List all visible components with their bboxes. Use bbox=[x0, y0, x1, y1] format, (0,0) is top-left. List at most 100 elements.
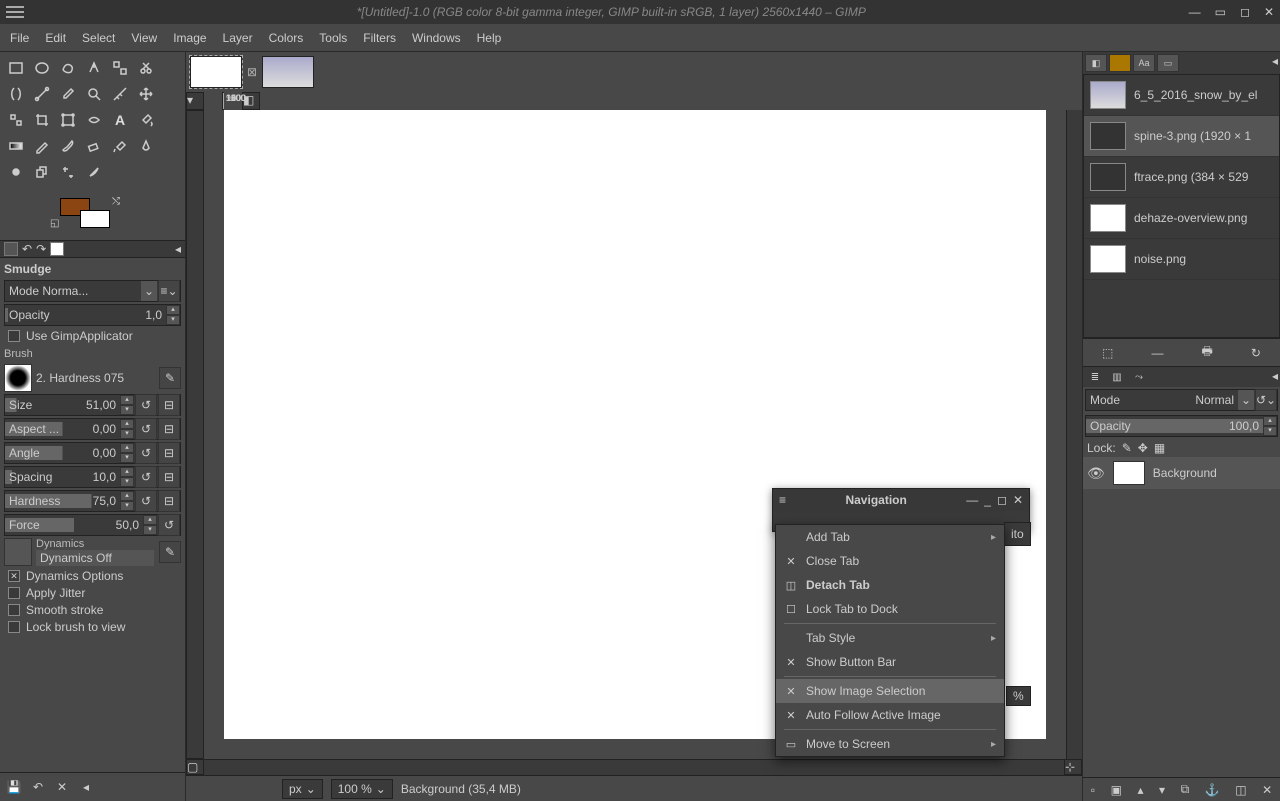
tool-warp[interactable] bbox=[82, 108, 106, 132]
tab-redo-icon[interactable]: ↷ bbox=[36, 242, 46, 256]
menu-auto-follow[interactable]: ✕Auto Follow Active Image bbox=[776, 703, 1004, 727]
ruler-corner[interactable]: ▾ bbox=[186, 92, 204, 110]
opacity-slider[interactable]: Opacity 1,0 bbox=[5, 308, 166, 322]
reset-preset-icon[interactable]: ◂ bbox=[76, 777, 96, 797]
tool-crop[interactable] bbox=[30, 108, 54, 132]
image-list-item[interactable]: noise.png bbox=[1084, 239, 1279, 280]
tool-measure[interactable] bbox=[108, 82, 132, 106]
background-swatch[interactable] bbox=[80, 210, 110, 228]
mask-layer-icon[interactable]: ◫ bbox=[1235, 783, 1246, 797]
tab-tool-options[interactable] bbox=[4, 242, 18, 256]
hardness-link-icon[interactable]: ⊟ bbox=[158, 490, 180, 512]
tool-pencil[interactable] bbox=[30, 134, 54, 158]
tool-heal[interactable] bbox=[56, 160, 80, 184]
menu-show-image-selection[interactable]: ✕Show Image Selection bbox=[776, 679, 1004, 703]
dock-menu-icon[interactable]: ◂ bbox=[175, 242, 181, 256]
dock-menu-icon[interactable]: ◂ bbox=[1272, 369, 1278, 385]
lock-pixels-icon[interactable]: ✎ bbox=[1122, 441, 1132, 455]
tab-paths[interactable]: ⤳ bbox=[1129, 369, 1149, 385]
tool-ellipse-select[interactable] bbox=[30, 56, 54, 80]
image-tab-2[interactable] bbox=[262, 56, 314, 88]
force-slider[interactable]: Force50,0 bbox=[5, 518, 143, 532]
nav-close-icon[interactable]: ✕ bbox=[1013, 493, 1023, 507]
hardness-reset-icon[interactable]: ↺ bbox=[135, 490, 157, 512]
tool-text[interactable]: A bbox=[108, 108, 132, 132]
mode-menu-button[interactable]: ≡⌄ bbox=[158, 280, 180, 302]
tab-patterns[interactable] bbox=[1109, 54, 1131, 72]
zoom-select[interactable]: 100 %⌄ bbox=[331, 779, 393, 799]
vertical-ruler[interactable] bbox=[186, 110, 204, 759]
tool-mypaint[interactable] bbox=[4, 160, 28, 184]
image-list-item[interactable]: ftrace.png (384 × 529 bbox=[1084, 157, 1279, 198]
tool-align[interactable] bbox=[4, 108, 28, 132]
layer-name[interactable]: Background bbox=[1153, 466, 1217, 480]
delete-icon[interactable]: 🖶 bbox=[1202, 342, 1213, 363]
horizontal-scrollbar[interactable] bbox=[204, 759, 1064, 775]
layer-thumbnail[interactable] bbox=[1113, 461, 1145, 485]
menu-add-tab[interactable]: Add Tab▸ bbox=[776, 525, 1004, 549]
size-slider[interactable]: Size51,00 bbox=[5, 398, 120, 412]
tool-paintbrush[interactable] bbox=[56, 134, 80, 158]
menu-edit[interactable]: Edit bbox=[45, 31, 66, 45]
vertical-scrollbar[interactable] bbox=[1066, 110, 1082, 759]
menu-image[interactable]: Image bbox=[173, 31, 206, 45]
aspect-slider[interactable]: Aspect ...0,00 bbox=[5, 422, 120, 436]
layer-item[interactable]: 👁 Background bbox=[1083, 457, 1280, 489]
chevron-down-icon[interactable]: ⌄ bbox=[141, 281, 157, 301]
tool-bucket[interactable] bbox=[134, 108, 158, 132]
tool-foreground[interactable] bbox=[4, 82, 28, 106]
dynamics-edit-icon[interactable]: ✎ bbox=[159, 541, 181, 563]
raise-layer-icon[interactable]: ▴ bbox=[1137, 783, 1143, 797]
spacing-reset-icon[interactable]: ↺ bbox=[135, 466, 157, 488]
tool-clone[interactable] bbox=[30, 160, 54, 184]
angle-link-icon[interactable]: ⊟ bbox=[158, 442, 180, 464]
size-link-icon[interactable]: ⊟ bbox=[158, 394, 180, 416]
menu-layer[interactable]: Layer bbox=[223, 31, 253, 45]
menu-filters[interactable]: Filters bbox=[363, 31, 396, 45]
hardness-slider[interactable]: Hardness75,0 bbox=[5, 494, 120, 508]
menu-show-button-bar[interactable]: ✕Show Button Bar bbox=[776, 650, 1004, 674]
angle-slider[interactable]: Angle0,00 bbox=[5, 446, 120, 460]
dynamics-options-expand[interactable]: Dynamics Options bbox=[4, 569, 181, 583]
layer-group-icon[interactable]: ▣ bbox=[1111, 783, 1122, 797]
tool-paths[interactable] bbox=[30, 82, 54, 106]
lock-alpha-icon[interactable]: ▦ bbox=[1154, 441, 1165, 455]
nav-minimize-icon[interactable]: _ bbox=[984, 493, 991, 507]
tab-images[interactable] bbox=[50, 242, 64, 256]
reset-colors-icon[interactable]: ◱ bbox=[50, 218, 59, 229]
tool-fuzzy-select[interactable] bbox=[82, 56, 106, 80]
menu-move-to-screen[interactable]: ▭Move to Screen▸ bbox=[776, 732, 1004, 756]
spacing-slider[interactable]: Spacing10,0 bbox=[5, 470, 120, 484]
raise-icon[interactable]: ⬚ bbox=[1102, 346, 1113, 360]
tab-layers[interactable]: ≣ bbox=[1085, 369, 1105, 385]
menu-lock-tab[interactable]: ☐Lock Tab to Dock bbox=[776, 597, 1004, 621]
nav-preview-icon[interactable]: ⊹ bbox=[1064, 759, 1082, 775]
tab-history[interactable]: ▭ bbox=[1157, 54, 1179, 72]
menu-tab-style[interactable]: Tab Style▸ bbox=[776, 626, 1004, 650]
maximize-icon[interactable]: ◻ bbox=[1240, 5, 1250, 19]
quickmask-toggle[interactable]: ▢ bbox=[186, 759, 204, 775]
dynamics-value[interactable]: Dynamics Off bbox=[36, 550, 154, 566]
brush-preview[interactable] bbox=[4, 364, 32, 392]
tab-undo-icon[interactable]: ↶ bbox=[22, 242, 32, 256]
layer-mode-select[interactable]: Normal bbox=[1124, 393, 1238, 407]
visibility-icon[interactable]: 👁 bbox=[1087, 465, 1105, 482]
app-menu-icon[interactable] bbox=[6, 3, 24, 21]
tool-smudge[interactable] bbox=[82, 160, 106, 184]
lower-layer-icon[interactable]: ▾ bbox=[1159, 783, 1165, 797]
force-reset-icon[interactable]: ↺ bbox=[158, 514, 180, 536]
angle-reset-icon[interactable]: ↺ bbox=[135, 442, 157, 464]
close-tab-icon[interactable]: ⊠ bbox=[246, 65, 258, 79]
tool-zoom[interactable] bbox=[82, 82, 106, 106]
opacity-up[interactable]: ▴ bbox=[166, 305, 180, 315]
nav-menu-icon[interactable]: ≡ bbox=[779, 493, 786, 507]
shade-icon[interactable]: — bbox=[966, 493, 978, 507]
tool-rect-select[interactable] bbox=[4, 56, 28, 80]
swap-colors-icon[interactable]: ⤭ bbox=[112, 196, 120, 207]
dynamics-preview[interactable] bbox=[4, 538, 32, 566]
menu-select[interactable]: Select bbox=[82, 31, 115, 45]
menu-detach-tab[interactable]: ◫Detach Tab bbox=[776, 573, 1004, 597]
apply-jitter-checkbox[interactable]: Apply Jitter bbox=[4, 586, 181, 600]
spacing-link-icon[interactable]: ⊟ bbox=[158, 466, 180, 488]
image-list-item[interactable]: spine-3.png (1920 × 1 bbox=[1084, 116, 1279, 157]
